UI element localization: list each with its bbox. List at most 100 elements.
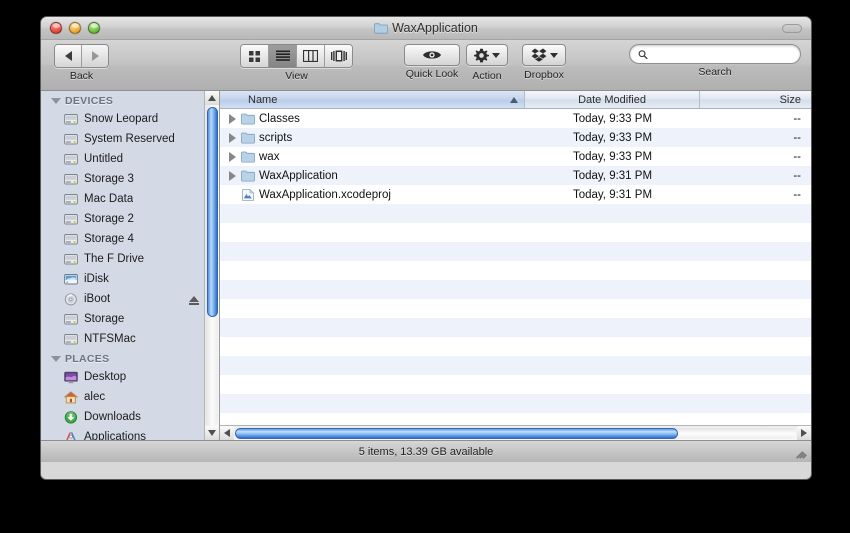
- sidebar-item-storage[interactable]: Storage: [41, 309, 219, 329]
- sidebar-item-downloads[interactable]: Downloads: [41, 407, 219, 427]
- sidebar-item-alec[interactable]: alec: [41, 387, 219, 407]
- sidebar-item-the-f-drive[interactable]: The F Drive: [41, 249, 219, 269]
- eye-icon: [423, 51, 441, 59]
- cell-size: --: [793, 169, 801, 182]
- finder-window: WaxApplication Back View Quick Look Acti…: [40, 16, 812, 480]
- table-row-empty: [220, 356, 811, 375]
- sidebar-section-devices[interactable]: DEVICES: [41, 91, 219, 109]
- window-controls: [50, 22, 100, 34]
- sidebar-scroll-down-button[interactable]: [205, 426, 219, 440]
- icon-view-button[interactable]: [241, 45, 269, 67]
- column-header-row: Name Date Modified Size: [220, 91, 811, 109]
- table-row[interactable]: wax Today, 9:33 PM --: [220, 147, 811, 166]
- table-row-empty: [220, 413, 811, 425]
- sidebar-item-desktop[interactable]: Desktop: [41, 367, 219, 387]
- cell-date-modified: Today, 9:33 PM: [572, 131, 653, 144]
- downloads-icon: [63, 410, 79, 424]
- action-button[interactable]: [466, 44, 508, 66]
- sidebar-item-mac-data[interactable]: Mac Data: [41, 189, 219, 209]
- close-button[interactable]: [50, 22, 62, 34]
- disclosure-triangle-icon[interactable]: [228, 114, 237, 124]
- sidebar-item-storage-4[interactable]: Storage 4: [41, 229, 219, 249]
- table-row[interactable]: Classes Today, 9:33 PM --: [220, 109, 811, 128]
- coverflow-view-button[interactable]: [325, 45, 352, 67]
- folder-icon: [374, 22, 389, 34]
- dropbox-label: Dropbox: [524, 69, 564, 81]
- horizontal-scroll-track[interactable]: [235, 427, 796, 439]
- cell-date-modified: Today, 9:31 PM: [572, 188, 653, 201]
- search-input[interactable]: [651, 47, 792, 61]
- cell-name: wax: [220, 151, 525, 163]
- table-row-empty: [220, 375, 811, 394]
- table-row[interactable]: WaxApplication.xcodeproj Today, 9:31 PM --: [220, 185, 811, 204]
- quicklook-group: Quick Look: [404, 44, 460, 80]
- sidebar-item-applications[interactable]: Applications: [41, 427, 219, 440]
- dropbox-icon: [531, 48, 546, 62]
- horizontal-scrollbar[interactable]: [220, 425, 811, 440]
- sidebar-section-places[interactable]: PLACES: [41, 349, 219, 367]
- forward-button[interactable]: [82, 45, 108, 67]
- status-text: 5 items, 13.39 GB available: [358, 445, 494, 458]
- sidebar-section-label: PLACES: [65, 353, 110, 365]
- column-header-name[interactable]: Name: [220, 91, 525, 108]
- disclosure-triangle-icon[interactable]: [228, 152, 237, 162]
- view-label: View: [285, 70, 308, 82]
- sidebar-item-snow-leopard[interactable]: Snow Leopard: [41, 109, 219, 129]
- sidebar-item-ntfsmac[interactable]: NTFSMac: [41, 329, 219, 349]
- horizontal-scroll-thumb[interactable]: [235, 427, 679, 439]
- sidebar: DEVICES Snow Leopard System Reserved Untitl…: [41, 91, 219, 440]
- eject-icon[interactable]: [189, 296, 199, 305]
- dropbox-button[interactable]: [522, 44, 566, 66]
- gear-icon: [474, 48, 489, 62]
- quick-look-button[interactable]: [404, 44, 460, 66]
- sidebar-item-system-reserved[interactable]: System Reserved: [41, 129, 219, 149]
- scroll-right-button[interactable]: [797, 426, 811, 440]
- view-mode-segmented[interactable]: [240, 44, 353, 68]
- sidebar-item-storage-3[interactable]: Storage 3: [41, 169, 219, 189]
- disclosure-triangle-icon[interactable]: [228, 133, 237, 143]
- folder-icon: [241, 170, 255, 182]
- cell-date-modified: Today, 9:31 PM: [572, 169, 653, 182]
- cell-name: WaxApplication.xcodeproj: [220, 188, 525, 201]
- zoom-button[interactable]: [88, 22, 100, 34]
- sidebar-item-iboot[interactable]: iBoot: [41, 289, 219, 309]
- table-row-empty: [220, 337, 811, 356]
- triangle-left-icon: [224, 429, 230, 437]
- arrow-right-icon: [91, 51, 99, 61]
- sidebar-item-label: Mac Data: [84, 193, 134, 205]
- list-lines-icon: [275, 50, 290, 61]
- hard-drive-icon: [63, 192, 79, 206]
- sidebar-scroll-thumb[interactable]: [207, 107, 218, 317]
- disclosure-triangle-icon[interactable]: [228, 171, 237, 181]
- back-forward-segmented[interactable]: [54, 44, 109, 68]
- toolbar-toggle-button[interactable]: [782, 23, 802, 33]
- sidebar-item-idisk[interactable]: iDisk: [41, 269, 219, 289]
- file-name-label: Classes: [259, 112, 300, 125]
- scroll-left-button[interactable]: [220, 426, 234, 440]
- table-row-empty: [220, 299, 811, 318]
- magnifier-icon: [638, 49, 648, 59]
- minimize-button[interactable]: [69, 22, 81, 34]
- search-field[interactable]: [629, 44, 801, 64]
- table-row[interactable]: WaxApplication Today, 9:31 PM --: [220, 166, 811, 185]
- sidebar-item-storage-2[interactable]: Storage 2: [41, 209, 219, 229]
- sidebar-scrollbar[interactable]: [204, 91, 219, 440]
- sidebar-item-untitled[interactable]: Untitled: [41, 149, 219, 169]
- column-view-button[interactable]: [297, 45, 325, 67]
- disclosure-triangle-icon: [51, 98, 61, 104]
- sidebar-scroll-track[interactable]: [206, 105, 218, 426]
- back-button[interactable]: [55, 45, 82, 67]
- window-titlebar[interactable]: WaxApplication: [41, 17, 811, 40]
- column-header-date-modified[interactable]: Date Modified: [525, 91, 700, 108]
- column-header-size[interactable]: Size: [700, 91, 811, 108]
- action-group: Action: [466, 44, 508, 82]
- cell-date-modified: Today, 9:33 PM: [572, 150, 653, 163]
- sidebar-item-label: Downloads: [84, 411, 141, 423]
- resize-grip[interactable]: [794, 446, 808, 460]
- sidebar-scroll-up-button[interactable]: [205, 91, 219, 105]
- hard-drive-icon: [63, 332, 79, 346]
- sidebar-content: DEVICES Snow Leopard System Reserved Untitl…: [41, 91, 219, 440]
- list-view-button[interactable]: [269, 45, 297, 67]
- sidebar-section-label: DEVICES: [65, 95, 114, 107]
- table-row[interactable]: scripts Today, 9:33 PM --: [220, 128, 811, 147]
